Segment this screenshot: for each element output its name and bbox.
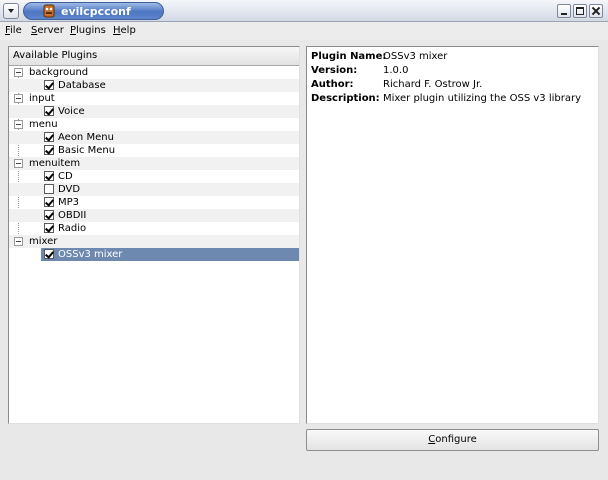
checkbox-aeon-menu[interactable] — [44, 132, 54, 142]
menu-file[interactable]: File — [5, 24, 22, 38]
collapse-icon[interactable] — [14, 94, 23, 103]
plugin-label: Database — [58, 80, 106, 91]
plugin-details-panel: Plugin Name: OSSv3 mixer Version: 1.0.0 … — [306, 46, 599, 424]
plugin-label: CD — [58, 171, 73, 182]
plugin-label: OBDII — [58, 210, 87, 221]
collapse-icon[interactable] — [14, 120, 23, 129]
menu-help[interactable]: Help — [113, 24, 136, 38]
tree-group-menu[interactable]: menu — [9, 118, 299, 131]
menu-server-label: erver — [37, 25, 64, 36]
description-value: Mixer plugin utilizing the OSS v3 librar… — [383, 93, 582, 104]
plugin-label: MP3 — [58, 197, 80, 208]
title-pill[interactable]: evilcpcconf — [23, 2, 164, 20]
tree-item-basic-menu[interactable]: Basic Menu — [9, 144, 299, 157]
tree-group-background[interactable]: background — [9, 66, 299, 79]
checkbox-voice[interactable] — [44, 106, 54, 116]
group-label: input — [29, 93, 55, 104]
tree-item-dvd[interactable]: DVD — [9, 183, 299, 196]
window-menu-button[interactable] — [3, 3, 19, 19]
menu-bar: File Server Plugins Help — [0, 22, 608, 40]
tree-group-menuitem[interactable]: menuitem — [9, 157, 299, 170]
checkbox-ossv3-mixer[interactable] — [44, 249, 54, 259]
version-label: Version: — [311, 65, 358, 76]
version-value: 1.0.0 — [383, 65, 409, 76]
plugin-tree-panel: Available Plugins background Database in… — [8, 46, 300, 424]
plugin-name-value: OSSv3 mixer — [383, 51, 448, 62]
close-button[interactable] — [589, 4, 603, 18]
menu-plugins-label: lugins — [76, 25, 106, 36]
title-bar: evilcpcconf — [0, 0, 608, 22]
menu-file-label: ile — [10, 25, 22, 36]
plugin-label: Aeon Menu — [58, 132, 114, 143]
tree-item-ossv3-mixer[interactable]: OSSv3 mixer — [9, 248, 299, 261]
group-label: menuitem — [29, 158, 81, 169]
plugin-label: OSSv3 mixer — [58, 249, 123, 260]
group-label: mixer — [29, 236, 58, 247]
minimize-button[interactable] — [557, 4, 571, 18]
checkbox-basic-menu[interactable] — [44, 145, 54, 155]
plugin-label: Basic Menu — [58, 145, 116, 156]
collapse-icon[interactable] — [14, 159, 23, 168]
description-label: Description: — [311, 93, 380, 104]
plugin-label: Radio — [58, 223, 87, 234]
plugin-list-header[interactable]: Available Plugins — [9, 47, 299, 66]
menu-server[interactable]: Server — [31, 24, 64, 38]
checkbox-obdii[interactable] — [44, 210, 54, 220]
tree-item-radio[interactable]: Radio — [9, 222, 299, 235]
tree-item-voice[interactable]: Voice — [9, 105, 299, 118]
tree-item-cd[interactable]: CD — [9, 170, 299, 183]
configure-button[interactable]: Configure — [306, 429, 599, 451]
tree-group-mixer[interactable]: mixer — [9, 235, 299, 248]
collapse-icon[interactable] — [14, 237, 23, 246]
checkbox-radio[interactable] — [44, 223, 54, 233]
maximize-button[interactable] — [573, 4, 587, 18]
collapse-icon[interactable] — [14, 68, 23, 77]
author-value: Richard F. Ostrow Jr. — [383, 79, 483, 90]
tree-item-database[interactable]: Database — [9, 79, 299, 92]
plugin-name-label: Plugin Name: — [311, 51, 387, 62]
plugin-label: DVD — [58, 184, 81, 195]
tree-item-aeon-menu[interactable]: Aeon Menu — [9, 131, 299, 144]
checkbox-mp3[interactable] — [44, 197, 54, 207]
tree-item-obdii[interactable]: OBDII — [9, 209, 299, 222]
checkbox-dvd[interactable] — [44, 184, 54, 194]
tree-group-input[interactable]: input — [9, 92, 299, 105]
configure-label: onfigure — [435, 434, 477, 445]
tree-item-mp3[interactable]: MP3 — [9, 196, 299, 209]
menu-help-accel: H — [113, 25, 121, 36]
group-label: menu — [29, 119, 58, 130]
checkbox-cd[interactable] — [44, 171, 54, 181]
menu-plugins[interactable]: Plugins — [70, 24, 106, 38]
checkbox-database[interactable] — [44, 80, 54, 90]
menu-help-label: elp — [120, 25, 136, 36]
plugin-label: Voice — [58, 106, 85, 117]
app-icon — [43, 4, 55, 18]
author-label: Author: — [311, 79, 354, 90]
group-label: background — [29, 67, 89, 78]
window-title: evilcpcconf — [61, 5, 131, 18]
